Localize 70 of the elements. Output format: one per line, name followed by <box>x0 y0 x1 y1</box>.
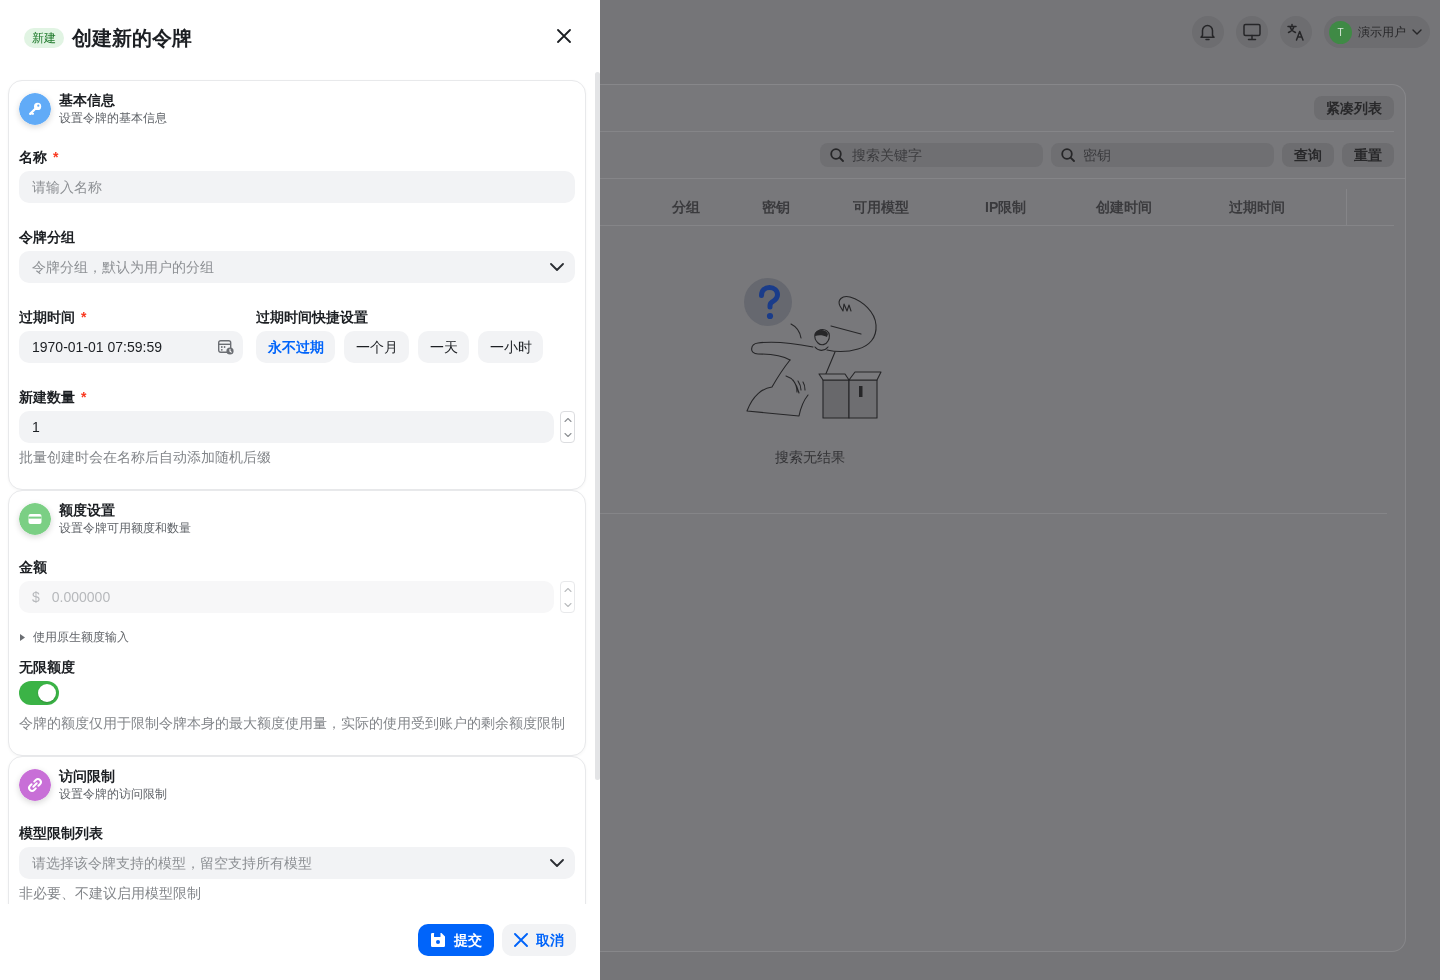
view-toggle-button[interactable]: 紧凑列表 <box>1314 96 1394 120</box>
chevron-down-icon <box>550 263 564 271</box>
user-avatar: T <box>1329 20 1352 44</box>
date-input[interactable]: 1970-01-01 07:59:59 <box>19 331 243 363</box>
quick-option-button[interactable]: 永不过期 <box>256 331 335 363</box>
language-button[interactable] <box>1280 16 1312 48</box>
field-label: 模型限制列表 <box>19 824 103 843</box>
field-label: 无限额度 <box>19 658 75 677</box>
search-icon <box>1061 148 1075 162</box>
section-title: 额度设置 <box>59 501 116 519</box>
dropdown-select[interactable]: 令牌分组，默认为用户的分组 <box>19 251 575 283</box>
status-badge: 新建 <box>24 28 64 48</box>
bell-icon <box>1199 23 1217 41</box>
column-header: 可用模型 <box>853 197 910 217</box>
section-subtitle: 设置令牌的基本信息 <box>59 110 167 127</box>
number-stepper[interactable] <box>560 411 575 443</box>
chevron-down-icon <box>563 601 572 608</box>
submit-button[interactable]: 提交 <box>418 924 494 956</box>
chevron-up-icon <box>563 586 572 593</box>
scrollbar-thumb[interactable] <box>595 72 600 780</box>
section-subtitle: 设置令牌可用额度和数量 <box>59 520 191 537</box>
toggle-switch[interactable] <box>19 681 59 705</box>
close-icon <box>557 29 571 43</box>
field-label: 名称 <box>19 148 47 167</box>
dropdown-select[interactable]: 请选择该令牌支持的模型，留空支持所有模型 <box>19 847 575 879</box>
query-button[interactable]: 查询 <box>1282 143 1334 167</box>
chevron-up-icon <box>563 416 572 423</box>
field-hint: 非必要、不建议启用模型限制 <box>19 884 202 903</box>
chevron-down-icon <box>550 859 564 867</box>
display-button[interactable] <box>1236 16 1268 48</box>
chevron-down-icon <box>563 431 572 438</box>
reset-button[interactable]: 重置 <box>1342 143 1394 167</box>
column-header: 密钥 <box>762 197 791 217</box>
empty-state-text: 搜索无结果 <box>775 448 845 467</box>
chevron-down-icon <box>1412 29 1422 35</box>
calendar-icon <box>218 339 234 355</box>
required-mark: * <box>81 308 87 327</box>
required-mark: * <box>53 148 59 167</box>
user-menu-button[interactable]: T 演示用户 <box>1324 16 1430 48</box>
section-title: 访问限制 <box>59 767 116 785</box>
quick-option-button[interactable]: 一小时 <box>478 331 543 363</box>
save-icon <box>430 932 446 948</box>
quick-option-button[interactable]: 一个月 <box>344 331 409 363</box>
drawer-title: 创建新的令牌 <box>72 26 192 51</box>
column-header: IP限制 <box>985 197 1028 217</box>
column-header: 创建时间 <box>1096 197 1153 217</box>
close-icon <box>514 933 528 947</box>
search-icon <box>830 148 844 162</box>
number-input[interactable]: 1 <box>19 411 554 443</box>
field-label: 过期时间 <box>19 308 75 327</box>
section-subtitle: 设置令牌的访问限制 <box>59 786 167 803</box>
column-header: 过期时间 <box>1229 197 1286 217</box>
field-label: 新建数量 <box>19 388 75 407</box>
cancel-button[interactable]: 取消 <box>502 924 576 956</box>
column-header: 分组 <box>672 197 701 217</box>
field-label: 金额 <box>19 558 47 577</box>
currency-prefix: $ <box>32 587 40 607</box>
field-label: 过期时间快捷设置 <box>256 308 368 327</box>
section-title: 基本信息 <box>59 91 116 109</box>
notification-button[interactable] <box>1192 16 1224 48</box>
text-input[interactable]: 请输入名称 <box>19 171 575 203</box>
field-label: 令牌分组 <box>19 228 75 247</box>
required-mark: * <box>81 388 87 407</box>
translate-icon <box>1287 23 1305 41</box>
monitor-icon <box>1243 23 1261 41</box>
field-hint: 令牌的额度仅用于限制令牌本身的最大额度使用量，实际的使用受到账户的剩余额度限制 <box>19 714 566 733</box>
field-hint: 批量创建时会在名称后自动添加随机后缀 <box>19 448 272 467</box>
collapse-toggle[interactable]: 使用原生额度输入 <box>19 627 129 647</box>
number-stepper[interactable] <box>560 581 575 613</box>
quick-option-button[interactable]: 一天 <box>418 331 469 363</box>
